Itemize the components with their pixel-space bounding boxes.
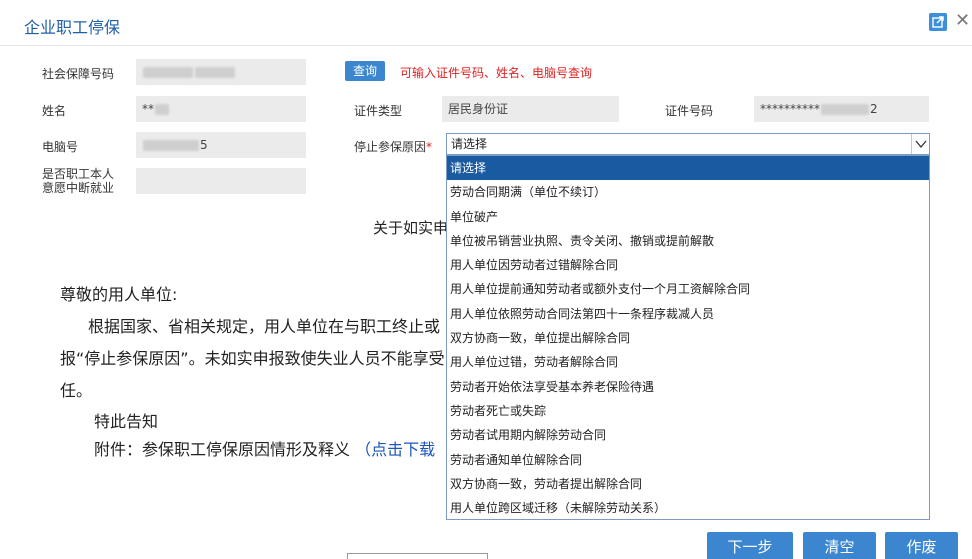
pc-number-label: 电脑号 <box>42 140 79 154</box>
dropdown-option[interactable]: 用人单位依照劳动合同法第四十一条程序裁减人员 <box>447 302 929 326</box>
redacted-text <box>143 67 193 78</box>
dropdown-option[interactable]: 用人单位因劳动者过错解除合同 <box>447 253 929 277</box>
id-number-suffix: 2 <box>870 102 878 116</box>
dropdown-option[interactable]: 单位被吊销营业执照、责令关闭、撤销或提前解散 <box>447 229 929 253</box>
notice-closing: 特此告知 <box>94 412 159 431</box>
voluntary-label-line2: 意愿中断就业 <box>42 181 115 195</box>
attachment-label: 附件：参保职工停保原因情形及释义 <box>94 440 351 459</box>
pc-number-field[interactable]: 5 <box>136 132 306 158</box>
name-field[interactable]: ** <box>136 96 306 122</box>
redacted-text <box>143 140 199 151</box>
dropdown-option[interactable]: 劳动者开始依法享受基本养老保险待遇 <box>447 375 929 399</box>
stop-reason-select[interactable]: 请选择 <box>446 133 930 155</box>
void-button[interactable]: 作废 <box>885 532 958 559</box>
voluntary-label: 是否职工本人 意愿中断就业 <box>42 167 114 195</box>
pc-number-suffix: 5 <box>200 138 208 152</box>
dropdown-option[interactable]: 劳动者通知单位解除合同 <box>447 448 929 472</box>
notice-line3: 任。 <box>60 381 93 400</box>
redacted-text <box>821 104 869 115</box>
query-button[interactable]: 查询 <box>345 61 385 81</box>
redacted-text <box>155 104 169 115</box>
dropdown-option[interactable]: 劳动者试用期内解除劳动合同 <box>447 423 929 447</box>
notice-line1: 根据国家、省相关规定，用人单位在与职工终止或 <box>88 317 441 336</box>
id-number-label: 证件号码 <box>665 104 714 118</box>
partial-element <box>347 553 488 559</box>
dropdown-option[interactable]: 请选择 <box>447 156 929 181</box>
dropdown-option[interactable]: 用人单位跨区域迁移（未解除劳动关系） <box>447 496 929 519</box>
close-icon[interactable]: ✕ <box>955 10 970 31</box>
ssn-label: 社会保障号码 <box>42 67 115 81</box>
dropdown-option[interactable]: 用人单位过错，劳动者解除合同 <box>447 350 929 374</box>
dialog-titlebar: 企业职工停保 ✕ <box>0 0 972 46</box>
stop-reason-dropdown[interactable]: 请选择 劳动合同期满（单位不续订） 单位破产 单位被吊销营业执照、责令关闭、撤销… <box>446 155 930 520</box>
name-value: ** <box>142 102 154 116</box>
id-number-prefix: ********** <box>760 102 820 116</box>
required-mark: * <box>426 140 433 154</box>
next-step-button[interactable]: 下一步 <box>707 532 793 559</box>
dropdown-option[interactable]: 劳动者死亡或失踪 <box>447 399 929 423</box>
dropdown-option[interactable]: 双方协商一致，劳动者提出解除合同 <box>447 472 929 496</box>
chevron-down-icon[interactable] <box>911 134 929 154</box>
ssn-field[interactable] <box>136 59 306 85</box>
clear-button[interactable]: 清空 <box>803 532 876 559</box>
notice-greeting: 尊敬的用人单位: <box>60 285 178 304</box>
voluntary-label-line1: 是否职工本人 <box>42 167 115 181</box>
voluntary-field[interactable] <box>136 168 306 194</box>
stop-reason-value: 请选择 <box>451 137 488 151</box>
redacted-text <box>195 67 235 78</box>
dropdown-option[interactable]: 双方协商一致，单位提出解除合同 <box>447 326 929 350</box>
dropdown-option[interactable]: 劳动合同期满（单位不续订） <box>447 180 929 204</box>
notice-attachment: 附件：参保职工停保原因情形及释义 （点击下载 <box>94 436 435 460</box>
id-type-field[interactable]: 居民身份证 <box>442 96 619 122</box>
open-external-icon[interactable] <box>929 13 947 31</box>
dialog-title: 企业职工停保 <box>24 18 121 37</box>
name-label: 姓名 <box>42 104 67 118</box>
stop-reason-label: 停止参保原因* <box>354 138 432 155</box>
query-hint: 可输入证件号码、姓名、电脑号查询 <box>400 66 593 80</box>
download-link[interactable]: （点击下载 <box>355 440 435 459</box>
id-type-label: 证件类型 <box>354 104 403 118</box>
notice-title: 关于如实申 <box>373 219 449 237</box>
dropdown-option[interactable]: 用人单位提前通知劳动者或额外支付一个月工资解除合同 <box>447 277 929 301</box>
dropdown-option[interactable]: 单位破产 <box>447 205 929 229</box>
id-number-field[interactable]: ********** 2 <box>754 96 929 122</box>
stop-reason-label-text: 停止参保原因 <box>354 140 427 154</box>
notice-line2: 报“停止参保原因”。未如实申报致使失业人员不能享受 <box>60 349 445 368</box>
